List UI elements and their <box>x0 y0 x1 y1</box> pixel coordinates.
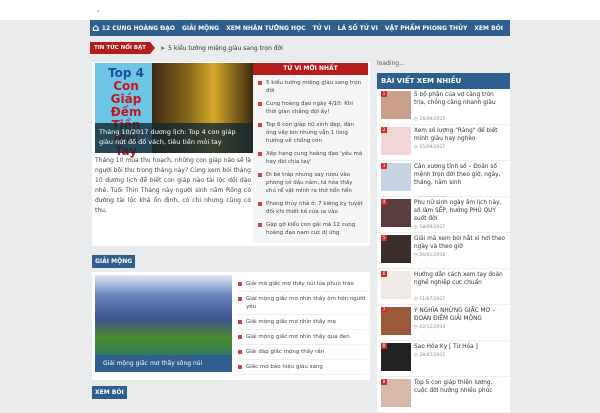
dream-item[interactable]: Giấc mơ báo hiệu giàu sang <box>237 360 367 375</box>
post-date-text: 11/07/2017 <box>419 297 446 302</box>
giai-mong-caption[interactable]: Giải mộng giấc mơ thấy sông núi <box>95 355 232 372</box>
post-thumbnail[interactable]: 5 <box>381 235 411 263</box>
logo-placeholder <box>97 10 99 12</box>
ticker-link[interactable]: 5 kiểu tướng miệng giàu sang trọn đời <box>168 45 283 52</box>
post-thumbnail[interactable]: 4 <box>381 199 411 227</box>
rank-badge: 3 <box>381 163 387 169</box>
news-item[interactable]: Cung hoàng đạo ngày 4/10: Khi thời gian … <box>257 100 364 116</box>
post-thumbnail[interactable]: 7 <box>381 307 411 335</box>
loading-text: loading... <box>377 60 405 67</box>
giai-mong-section: Giải mộng giấc mơ thấy sông núi Giải mã … <box>92 272 370 380</box>
section-title-giai-mong[interactable]: GIẢI MỘNG <box>92 255 136 268</box>
rank-badge: 5 <box>381 235 387 241</box>
post-date: ◷ 18/09/2017 <box>414 225 446 230</box>
post-date-text: 15/09/2017 <box>419 145 446 150</box>
dream-item[interactable]: Giải đáp giấc mộng thấy rắn <box>237 345 367 360</box>
top-header <box>0 0 600 20</box>
post-date-text: 26/01/2016 <box>419 253 446 258</box>
ticker-label: TIN TỨC NỔI BẬT <box>90 42 156 54</box>
news-item[interactable]: Top 6 con giáp nữ xinh đẹp, đàn ông vây … <box>257 121 364 145</box>
featured-section: Top 4 Con Giáp Đếm Tiền Mỏi Tay Tháng 10… <box>92 62 370 246</box>
post-date-text: 18/09/2017 <box>419 225 446 230</box>
dream-item[interactable]: Giải mộng giấc mơ nhìn thấy quạ đen <box>237 330 367 345</box>
post-title[interactable]: 5 bộ phận của vợ căng tròn trịa, chồng c… <box>414 91 507 107</box>
post-date: ◷ 02/12/2014 <box>414 325 446 330</box>
nav-item-tu-vi[interactable]: TỬ VI <box>313 25 331 32</box>
post-thumbnail[interactable]: 1 <box>381 91 411 119</box>
latest-news-title: TỬ VI MỚI NHẤT <box>253 63 368 75</box>
post-title[interactable]: Top 5 con giáp thiện lương, cuộc đời hưở… <box>414 379 507 395</box>
nav-item-la-so[interactable]: LÁ SỐ TỬ VI <box>338 25 378 32</box>
post-date: ◷ 11/07/2017 <box>414 297 446 302</box>
post-title[interactable]: Hướng dẫn cách xem tay đoán nghề nghiệp … <box>414 271 507 287</box>
popular-item[interactable]: 6 Hướng dẫn cách xem tay đoán nghề nghiệ… <box>377 269 510 305</box>
post-date: ◷ 28/05/2015 <box>414 353 446 358</box>
send-icon: ➤ <box>160 44 166 52</box>
popular-item[interactable]: 4 Phụ nữ sinh ngày âm lịch này, số làm S… <box>377 197 510 233</box>
popular-item[interactable]: 7 Ý NGHĨA NHỮNG GIẤC MƠ – ĐOÁN ĐIỀM GIẢI… <box>377 305 510 341</box>
popular-item[interactable]: 2 Xem số lượng "Răng" để biết mình giàu … <box>377 125 510 161</box>
dream-item[interactable]: Giải mã giấc mơ thấy núi lửa phun trào <box>237 277 367 292</box>
post-thumbnail[interactable]: 9 <box>381 379 411 407</box>
rank-badge: 4 <box>381 199 387 205</box>
news-item[interactable]: Phong thủy nhà ở: 7 kiêng kỵ tuyệt đối k… <box>257 200 364 216</box>
nav-item-12-cung[interactable]: 12 CUNG HOÀNG ĐẠO <box>102 25 175 32</box>
post-thumbnail[interactable]: 8 <box>381 343 411 371</box>
news-item[interactable]: Đi bê tráp nhưng say rượu vào phòng cô d… <box>257 171 364 195</box>
rank-badge: 7 <box>381 307 387 313</box>
nav-item-xem-boi[interactable]: XEM BÓI <box>474 25 503 32</box>
popular-item[interactable]: 5 Giải mã xem bói hắt xì hơi theo ngày v… <box>377 233 510 269</box>
main-nav: ⌂ 12 CUNG HOÀNG ĐẠO GIẢI MỘNG XEM NHÂN T… <box>90 20 510 36</box>
news-item[interactable]: 5 kiểu tướng miệng giàu sang trọn đời <box>257 79 364 95</box>
post-date: ◷ 15/09/2017 <box>414 145 446 150</box>
rank-badge: 9 <box>381 379 387 385</box>
rank-badge: 1 <box>381 91 387 97</box>
home-icon[interactable]: ⌂ <box>90 23 102 34</box>
post-date-text: 02/12/2014 <box>419 325 446 330</box>
popular-item[interactable]: 1 5 bộ phận của vợ căng tròn trịa, chồng… <box>377 89 510 125</box>
post-date-text: 16/09/2017 <box>419 117 446 122</box>
post-title[interactable]: Sao Hỏa Kỵ [ Tử Hỏa ] <box>414 343 507 351</box>
sidebar-title: BÀI VIẾT XEM NHIỀU <box>377 73 510 89</box>
news-item[interactable]: Xếp hạng cung hoàng đạo 'yêu mà hay đòi … <box>257 150 364 166</box>
post-title[interactable]: Phụ nữ sinh ngày âm lịch này, số làm SẾP… <box>414 199 507 223</box>
rank-badge: 6 <box>381 271 387 277</box>
popular-item[interactable]: 8 Sao Hỏa Kỵ [ Tử Hỏa ] ◷ 28/05/2015 <box>377 341 510 377</box>
post-date: ◷ 26/01/2016 <box>414 253 446 258</box>
post-thumbnail[interactable]: 6 <box>381 271 411 299</box>
post-date-text: 28/05/2015 <box>419 353 446 358</box>
post-title[interactable]: Ý NGHĨA NHỮNG GIẤC MƠ – ĐOÁN ĐIỀM GIẢI M… <box>414 307 507 323</box>
popular-item[interactable]: 3 Cân xương tính số – Đoán số mệnh trọn … <box>377 161 510 202</box>
nav-item-giai-mong[interactable]: GIẢI MỘNG <box>182 25 219 32</box>
popular-list: 1 5 bộ phận của vợ căng tròn trịa, chồng… <box>377 89 510 413</box>
post-title[interactable]: Xem số lượng "Răng" để biết mình giàu ha… <box>414 127 507 143</box>
nav-item-vat-pham[interactable]: VẬT PHẨM PHONG THỦY <box>385 25 467 32</box>
rank-badge: 8 <box>381 343 387 349</box>
featured-caption[interactable]: Tháng 10/2017 dương lịch: Top 4 con giáp… <box>95 123 253 153</box>
featured-excerpt: Tháng 10 mùa thu hoạch, những con giáp n… <box>95 157 251 214</box>
giai-mong-image[interactable]: Giải mộng giấc mơ thấy sông núi <box>95 275 232 372</box>
rank-badge: 2 <box>381 127 387 133</box>
news-ticker: TIN TỨC NỔI BẬT ➤ 5 kiểu tướng miệng già… <box>90 40 510 56</box>
dream-item[interactable]: Giải mộng giấc mơ nhìn thấy ôm hôn người… <box>237 292 367 315</box>
post-thumbnail[interactable]: 2 <box>381 127 411 155</box>
post-date: ◷ 16/09/2017 <box>414 117 446 122</box>
section-title-xem-boi[interactable]: XEM BÓI <box>92 386 127 399</box>
nav-item-nhan-tuong[interactable]: XEM NHÂN TƯỚNG HỌC <box>226 25 306 32</box>
featured-image[interactable]: Top 4 Con Giáp Đếm Tiền Mỏi Tay Tháng 10… <box>95 63 253 158</box>
popular-item[interactable]: 9 Top 5 con giáp thiện lương, cuộc đời h… <box>377 377 510 413</box>
post-title[interactable]: Giải mã xem bói hắt xì hơi theo ngày và … <box>414 235 507 251</box>
sidebar: loading... BÀI VIẾT XEM NHIỀU 1 5 bộ phậ… <box>377 60 510 413</box>
dream-item[interactable]: Giải mộng giấc mơ nhìn thấy mẹ <box>237 315 367 330</box>
latest-news: TỬ VI MỚI NHẤT 5 kiểu tướng miệng giàu s… <box>253 63 368 243</box>
image-title-line: Con Giáp <box>110 79 142 106</box>
post-title[interactable]: Cân xương tính số – Đoán số mệnh trọn đờ… <box>414 163 507 187</box>
post-thumbnail[interactable]: 3 <box>381 163 411 191</box>
news-item[interactable]: Gặp gỡ kiểu con gái mà 12 cung hoàng đạo… <box>257 221 364 237</box>
